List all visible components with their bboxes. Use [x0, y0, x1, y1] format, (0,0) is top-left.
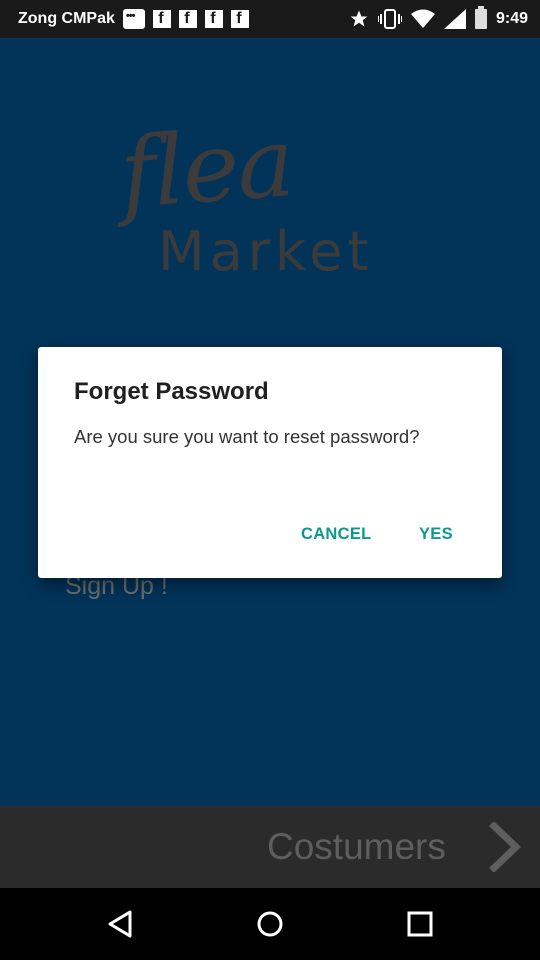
yes-button[interactable]: YES	[419, 525, 453, 544]
notification-icon	[122, 9, 145, 29]
facebook-icon: f	[204, 10, 223, 28]
status-left: Zong CMPak f f f f	[18, 9, 249, 29]
facebook-icon: f	[152, 10, 171, 28]
recents-icon[interactable]	[404, 908, 436, 940]
signal-icon	[443, 9, 466, 29]
star-icon	[349, 9, 369, 29]
home-icon[interactable]	[254, 908, 286, 940]
dialog-message: Are you sure you want to reset password?	[74, 426, 420, 447]
facebook-icon: f	[230, 10, 249, 28]
status-bar: Zong CMPak f f f f 9:49	[0, 0, 540, 38]
navigation-bar	[0, 888, 540, 960]
vibrate-icon	[377, 9, 402, 29]
dialog-title: Forget Password	[74, 378, 269, 405]
battery-icon	[474, 6, 487, 29]
status-right: 9:49	[349, 6, 528, 29]
clock: 9:49	[495, 10, 528, 27]
back-icon[interactable]	[104, 908, 136, 940]
screen: Zong CMPak f f f f 9:49 flea Market	[0, 0, 540, 960]
forget-password-dialog: Forget Password Are you sure you want to…	[38, 347, 502, 578]
cancel-button[interactable]: CANCEL	[301, 525, 372, 544]
carrier-name: Zong CMPak	[18, 10, 115, 27]
facebook-icon: f	[178, 10, 197, 28]
wifi-icon	[410, 9, 435, 29]
